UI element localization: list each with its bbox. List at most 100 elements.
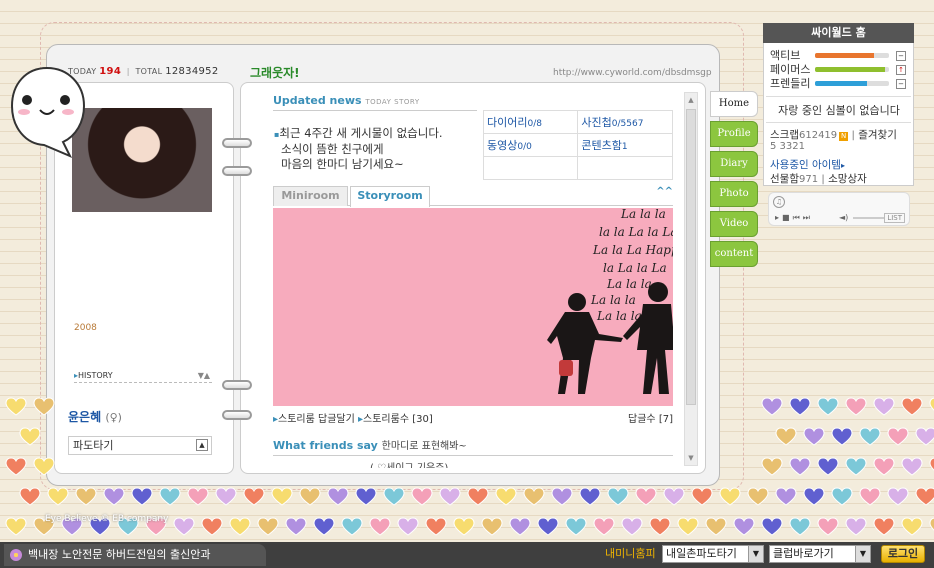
stat-count: 0/5567 — [611, 119, 644, 129]
items-in-use-link[interactable]: 사용중인 아이템 — [770, 159, 841, 171]
site-url[interactable]: http://www.cyworld.com/dbsdmsgp — [553, 68, 712, 78]
scroll-up-icon[interactable]: ▲ — [685, 93, 697, 107]
history-label: HISTORY — [78, 371, 113, 380]
art-text: La la la — [596, 309, 642, 323]
site-title: 그래웃자! — [250, 66, 300, 80]
chevron-down-icon[interactable]: ▼ — [748, 546, 763, 562]
meter-up-icon[interactable]: ↑ — [896, 65, 906, 75]
stat-contents[interactable]: 콘텐츠함1 — [577, 133, 673, 157]
collapse-caret-icon[interactable]: ^^ — [656, 186, 673, 197]
heart-icon — [467, 487, 489, 506]
stat-diary[interactable]: 다이어리0/8 — [482, 110, 579, 134]
tab-video[interactable]: Video — [710, 211, 758, 237]
meter-toggle-icon[interactable]: − — [896, 79, 906, 89]
heart-icon — [761, 517, 783, 536]
binder-ring — [222, 138, 252, 148]
heart-icon — [677, 517, 699, 536]
flower-icon — [10, 549, 22, 561]
heart-icon — [271, 487, 293, 506]
divider — [766, 96, 911, 97]
heart-icon — [929, 517, 934, 536]
club-select-value: 클럽바로가기 — [773, 547, 834, 560]
meter-label: 프렌들리 — [770, 77, 811, 90]
heart-icon — [285, 517, 307, 536]
club-select[interactable]: 클럽바로가기 ▼ — [769, 545, 871, 563]
items-in-use-row[interactable]: 사용중인 아이템▸ — [770, 157, 845, 172]
heart-icon — [313, 517, 335, 536]
heart-icon — [789, 517, 811, 536]
binder-ring — [222, 166, 252, 176]
heart-icon — [789, 457, 811, 476]
copyright-text: Eye Believe © EB company — [45, 514, 169, 524]
gift-count: 971 — [798, 174, 819, 185]
meter-label: 페이머스 — [770, 63, 811, 76]
heart-icon — [901, 397, 923, 416]
heart-icon — [663, 487, 685, 506]
art-text: la La la La — [603, 261, 667, 275]
stat-video[interactable]: 동영상0/0 — [482, 133, 579, 157]
heart-icon — [747, 487, 769, 506]
news-line: 최근 4주간 새 게시물이 없습니다. — [279, 126, 443, 140]
scrap-label[interactable]: 스크랩 — [770, 129, 799, 141]
bgm-list-button[interactable]: LIST — [884, 213, 905, 223]
heart-icon — [201, 517, 223, 536]
cyworld-home-link[interactable]: 싸이월드 홈 — [763, 23, 914, 43]
stat-photo[interactable]: 사진첩0/5567 — [577, 110, 673, 134]
tab-diary[interactable]: Diary — [710, 151, 758, 177]
heart-icon — [845, 397, 867, 416]
wave-select[interactable]: 내일촌파도타기 ▼ — [662, 545, 764, 563]
heart-icon — [19, 427, 41, 446]
heart-icon — [817, 457, 839, 476]
heart-icon — [215, 487, 237, 506]
scroll-thumb[interactable] — [686, 109, 696, 405]
tab-photo[interactable]: Photo — [710, 181, 758, 207]
heart-icon — [5, 457, 27, 476]
heart-icon — [5, 517, 27, 536]
my-minihompy-link[interactable]: 내미니홈피 — [605, 545, 656, 563]
meter-fill — [815, 81, 867, 86]
storyroom-image[interactable]: La la la la la La la La La la La Happy l… — [273, 208, 673, 406]
ad-banner[interactable]: 백내장 노안전문 하버드전임의 출신안과 — [4, 544, 266, 566]
volume-icon[interactable]: ◄) — [839, 213, 848, 222]
favorites-label[interactable]: 즐겨찾기 — [858, 129, 897, 141]
chevron-down-icon[interactable]: ▼ — [855, 546, 870, 562]
art-text: La la la — [620, 208, 666, 221]
login-button[interactable]: 로그인 — [881, 545, 925, 563]
heart-icon — [173, 517, 195, 536]
heart-icon — [719, 487, 741, 506]
profile-photo[interactable] — [72, 108, 212, 212]
tab-content[interactable]: content — [710, 241, 758, 267]
heart-icon — [551, 487, 573, 506]
heart-icon — [873, 517, 895, 536]
volume-slider[interactable] — [853, 217, 885, 219]
heart-icon — [915, 487, 934, 506]
gift-box-link[interactable]: 선물함 — [770, 173, 799, 185]
tab-profile[interactable]: Profile — [710, 121, 758, 147]
bgm-controls[interactable]: ▸■⏮⏭ — [775, 213, 813, 223]
wish-box-link[interactable]: 소망상자 — [828, 173, 867, 185]
heart-icon — [789, 397, 811, 416]
stat-count: 0/8 — [527, 119, 542, 129]
heart-icon — [901, 457, 923, 476]
tab-home[interactable]: Home — [710, 91, 758, 117]
heart-icon — [327, 487, 349, 506]
heart-icon — [775, 427, 797, 446]
art-text: la la La la La — [599, 225, 673, 239]
heart-icon — [355, 487, 377, 506]
heart-icon — [929, 457, 934, 476]
meter-toggle-icon[interactable]: − — [896, 51, 906, 61]
tab-storyroom[interactable]: Storyroom — [350, 186, 430, 207]
heart-icon — [845, 457, 867, 476]
tab-miniroom[interactable]: Miniroom — [273, 186, 348, 206]
stat-label: 동영상 — [487, 139, 518, 152]
music-icon: ♫ — [773, 196, 785, 208]
heart-icon — [621, 517, 643, 536]
news-line: 소식이 뜸한 친구에게 — [281, 142, 384, 156]
history-arrows-icon[interactable]: ▼▲ — [198, 371, 210, 380]
updated-news-title: Updated news — [273, 94, 362, 107]
heart-icon — [887, 487, 909, 506]
history-toggle[interactable]: ▸HISTORY ▼▲ — [74, 371, 212, 383]
binder-ring — [222, 380, 252, 390]
heart-icon — [509, 517, 531, 536]
heart-icon — [103, 487, 125, 506]
